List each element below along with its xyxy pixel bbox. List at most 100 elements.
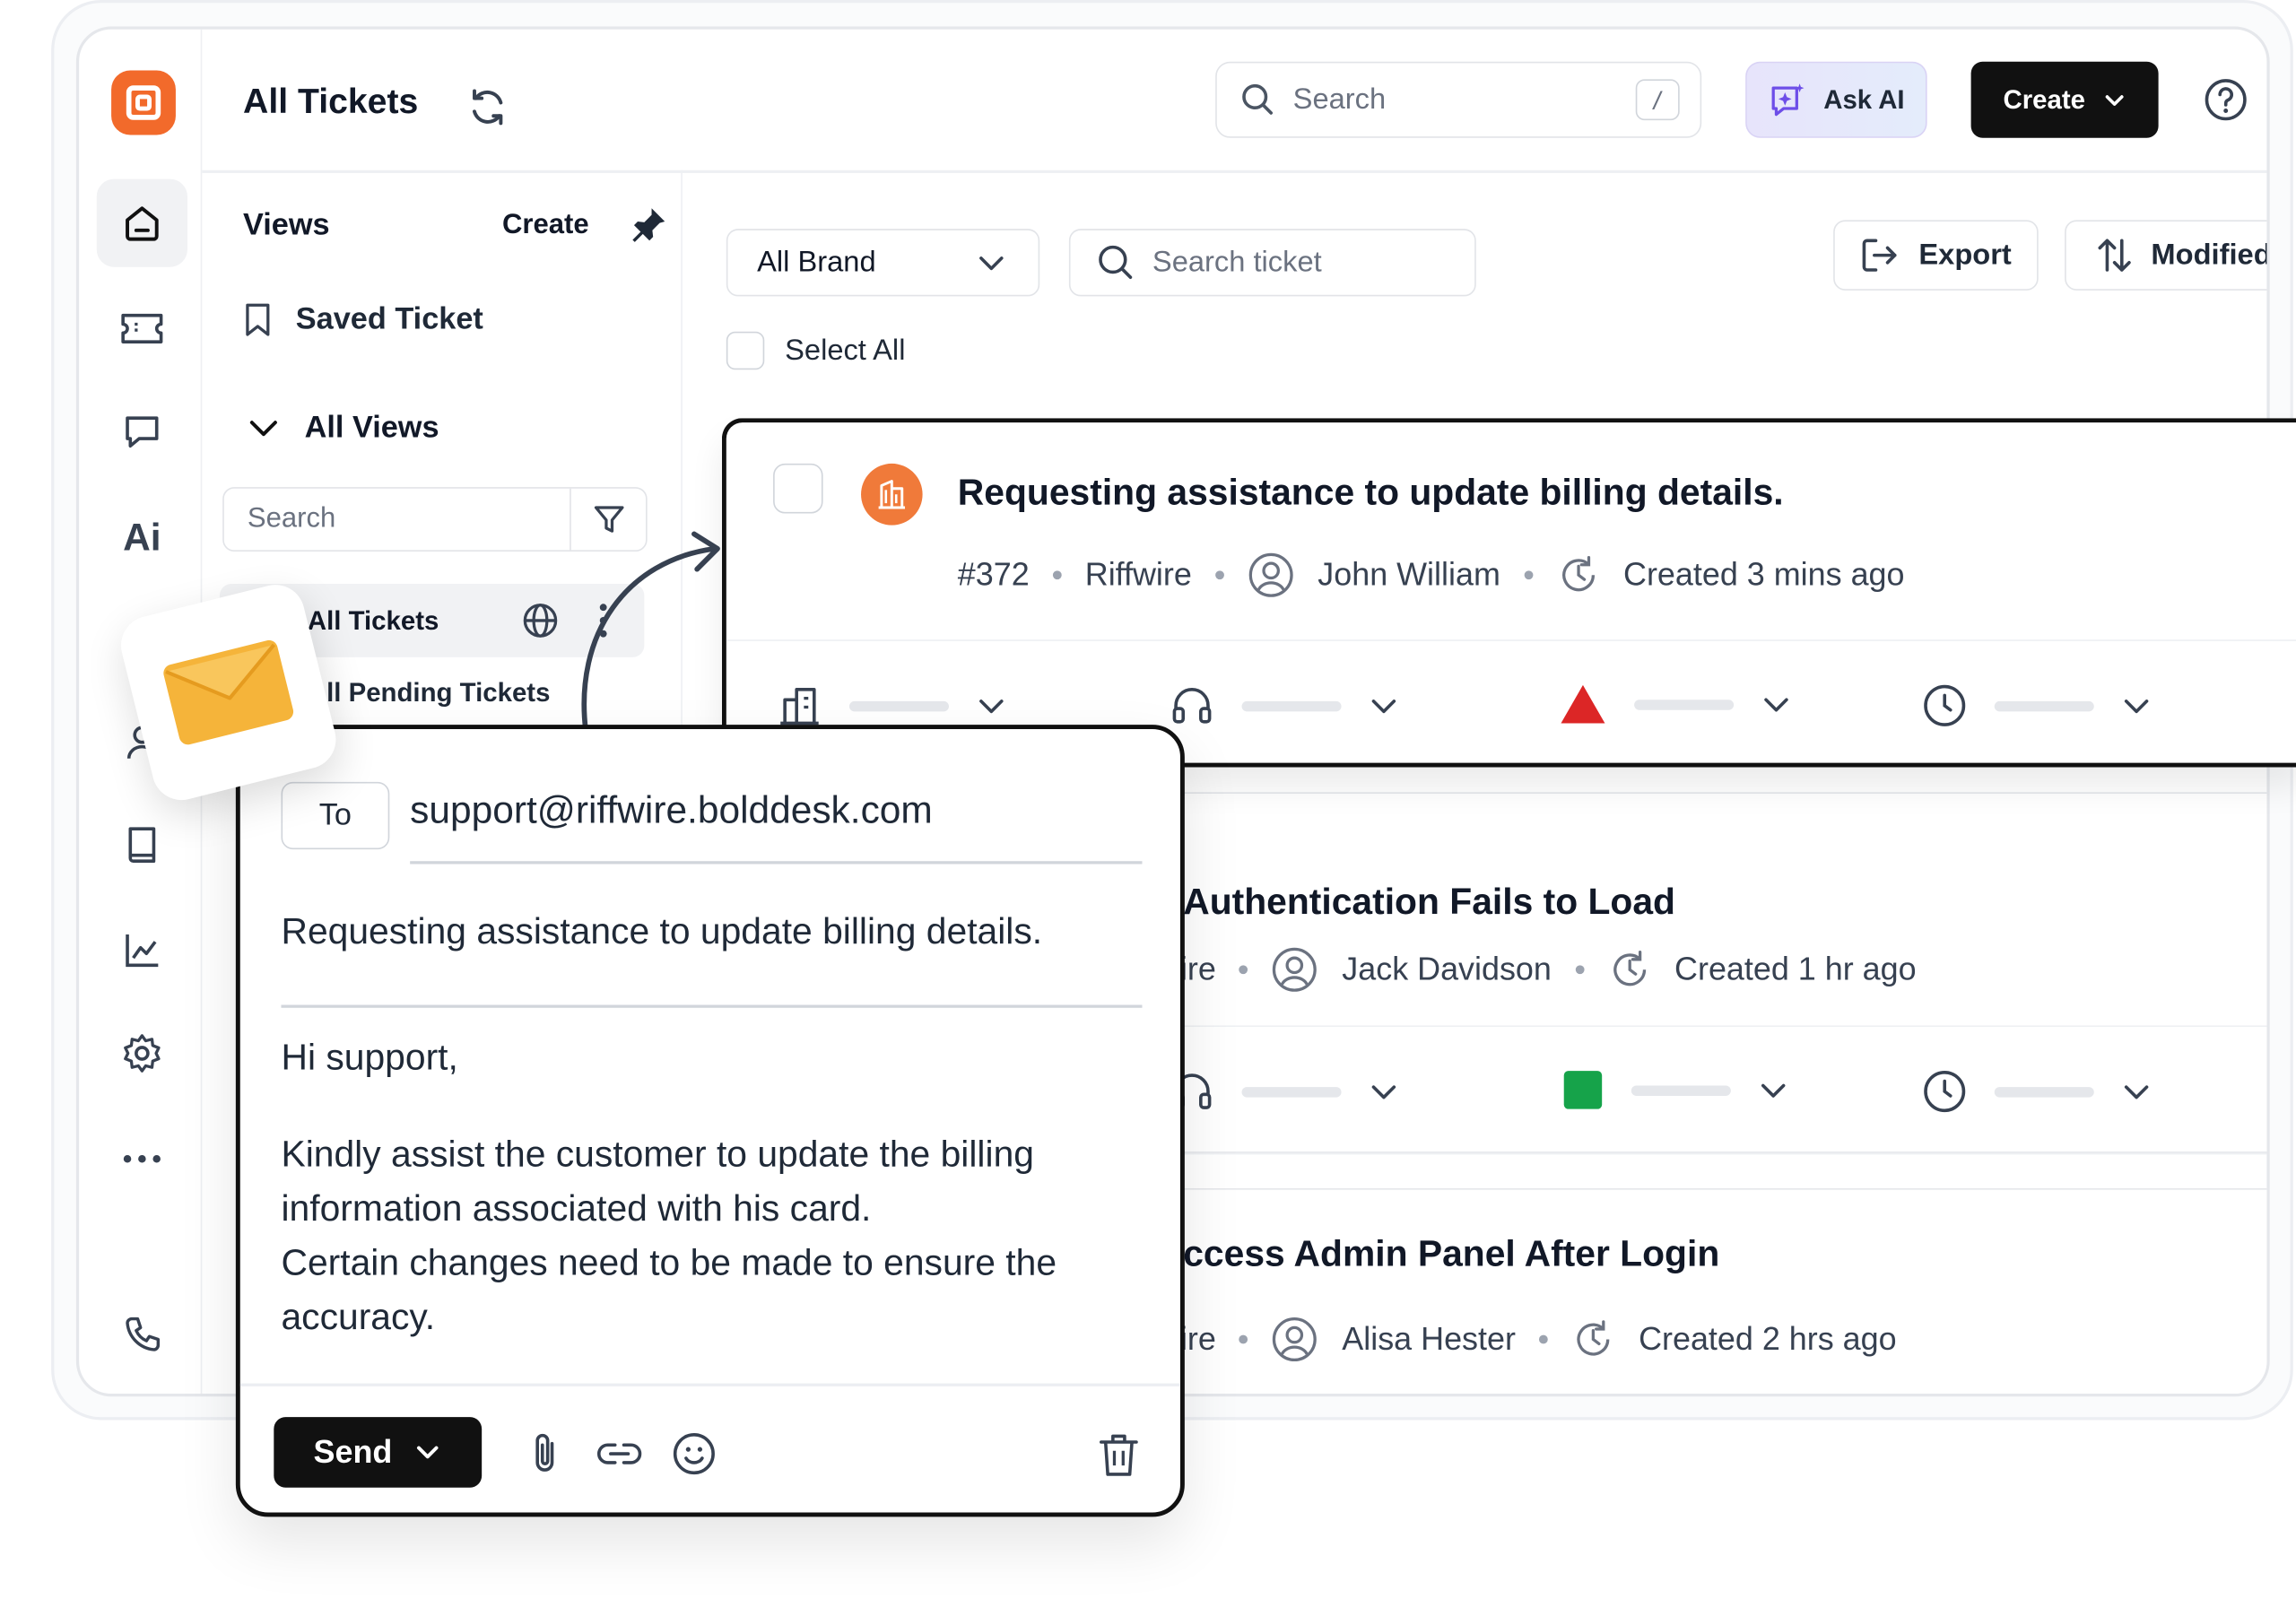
nav-phone[interactable] [97,1291,187,1379]
brand-filter-select[interactable]: All Brand [726,229,1040,297]
agent-field[interactable] [1169,1068,1400,1115]
message-body[interactable]: Kindly assist the customer to update the… [281,1128,1160,1345]
nav-knowledge-base[interactable] [97,801,187,889]
saved-ticket-item[interactable]: Saved Ticket [243,302,483,337]
book-icon [128,827,156,864]
trash-icon[interactable] [1095,1430,1142,1481]
export-icon [1863,239,1898,272]
ticket-title: Requesting assistance to update billing … [957,472,1784,514]
search-shortcut-badge: / [1635,79,1680,121]
link-icon[interactable] [595,1430,645,1477]
ticket-brand: Riffwire [1084,555,1192,593]
brand-avatar [861,463,923,526]
due-date-field[interactable] [1921,682,2152,729]
message-greeting[interactable]: Hi support, [281,1038,457,1080]
saved-ticket-label: Saved Ticket [295,301,483,336]
search-icon [1242,83,1273,115]
ticket-contact: John William [1318,555,1500,593]
sort-icon [2098,239,2131,272]
phone-icon [126,1317,161,1351]
message-body-line-1: Kindly assist the customer to update the… [281,1134,1034,1230]
globe-icon [521,602,559,640]
global-search[interactable]: Search / [1215,61,1702,138]
clock-history-icon [1613,950,1646,986]
ticket-contact: Jack Davidson [1342,950,1552,987]
create-label: Create [2003,84,2085,114]
separator-dot [1539,1334,1548,1344]
clock-history-icon [1577,1320,1610,1356]
envelope-icon [163,639,294,745]
export-label: Export [1918,238,2012,271]
subject-divider [281,1004,1143,1007]
chevron-down-icon [1764,698,1788,712]
send-button[interactable]: Send [274,1417,483,1488]
ticket-brand: ire [1179,950,1216,987]
ticket-search-placeholder: Search ticket [1152,245,1322,278]
nav-settings[interactable] [97,1009,187,1097]
ticket-meta: #372 Riffwire John William Created 3 min… [958,552,1905,598]
select-all-label: Select All [785,334,906,367]
priority-swatch [1563,1071,1603,1109]
ask-ai-button[interactable]: Ask AI [1745,61,1927,138]
brand-field[interactable] [776,682,1007,729]
ticket-icon [121,313,163,343]
contact-avatar-icon [1248,552,1293,597]
ai-sparkle-icon [1772,83,1805,117]
nav-tickets[interactable] [97,284,187,372]
compose-email-dialog: To support@riffwire.bolddesk.com Request… [235,725,1185,1517]
priority-field[interactable] [1558,682,1792,726]
priority-triangle [1561,684,1605,724]
select-all-checkbox[interactable]: Select All [726,331,906,370]
views-search-placeholder: Search [247,503,336,534]
building-icon [878,480,906,509]
app-logo[interactable] [111,70,176,135]
ticket-meta: ire Jack Davidson Created 1 hr ago [1180,946,1917,993]
ticket-brand: ire [1179,1320,1216,1358]
ai-icon: Ai [123,514,161,559]
agent-field[interactable] [1169,682,1400,729]
nav-reports[interactable] [97,907,187,995]
nav-home[interactable] [96,178,187,267]
nav-more[interactable] [97,1115,187,1203]
pin-button[interactable] [630,205,667,244]
export-button[interactable]: Export [1833,220,2039,291]
ticket-created: Created 3 mins ago [1623,555,1905,593]
sort-label: Modified [2151,238,2270,271]
checkbox[interactable] [726,331,765,370]
all-views-toggle[interactable]: All Views [246,411,439,446]
separator-dot [1052,570,1062,580]
ticket-checkbox[interactable] [773,463,823,514]
priority-field[interactable] [1561,1068,1789,1112]
view-item-label: All Tickets [307,604,439,635]
sort-button[interactable]: Modified [2065,220,2270,291]
compose-footer-divider [239,1383,1180,1386]
ticket-card-highlighted[interactable]: Requesting assistance to update billing … [721,418,2296,768]
create-button[interactable]: Create [1970,61,2159,138]
chevron-down-icon [979,256,1004,271]
emoji-icon[interactable] [671,1430,718,1477]
nav-ai[interactable]: Ai [97,493,187,581]
clock-icon [1924,1070,1966,1113]
views-create-link[interactable]: Create [502,210,589,242]
to-divider [410,861,1143,864]
ticket-contact: Alisa Hester [1342,1320,1516,1358]
refresh-button[interactable] [465,85,509,129]
view-item-all-pending[interactable]: All Pending Tickets [308,678,551,708]
nav-chat[interactable] [97,387,187,475]
ticket-created: Created 2 hrs ago [1639,1320,1897,1358]
chevron-down-icon [2105,95,2124,106]
brand-filter-value: All Brand [757,245,876,278]
subject-field[interactable]: Requesting assistance to update billing … [281,911,1042,953]
to-address-field[interactable]: support@riffwire.bolddesk.com [410,787,933,833]
ticket-search-input[interactable]: Search ticket [1068,229,1476,297]
chevron-down-icon [1761,1083,1786,1098]
ticket-id: #372 [957,555,1030,593]
separator-dot [1239,965,1248,975]
chevron-down-icon [1371,700,1396,714]
due-date-field[interactable] [1921,1068,2152,1115]
help-button[interactable] [2203,76,2249,123]
chat-icon [126,416,159,448]
ticket-title: ccess Admin Panel After Login [1183,1233,1720,1275]
chevron-down-icon [1371,1085,1396,1099]
attachment-icon[interactable] [525,1430,569,1477]
